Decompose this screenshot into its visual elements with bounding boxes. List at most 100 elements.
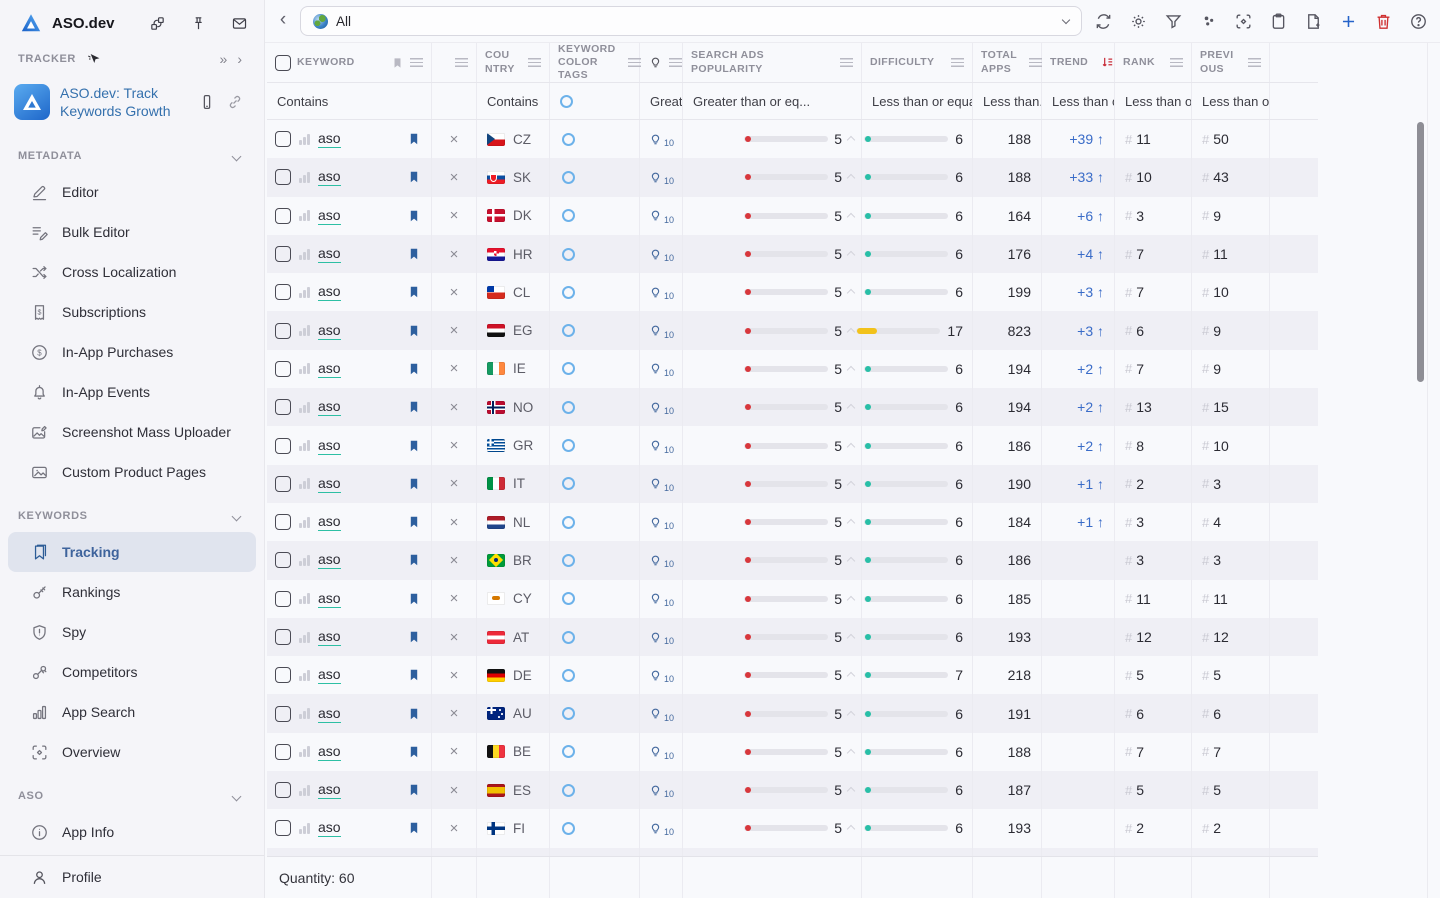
section-label-metadata[interactable]: METADATA xyxy=(0,140,264,172)
settings-button[interactable] xyxy=(1125,8,1152,35)
column-menu-icon[interactable] xyxy=(628,58,641,67)
row-checkbox[interactable] xyxy=(275,706,291,722)
sidebar-item-subscriptions[interactable]: $Subscriptions xyxy=(0,292,264,332)
remove-keyword-button[interactable]: × xyxy=(450,782,459,799)
filter-button[interactable] xyxy=(1160,8,1187,35)
keyword-link[interactable]: aso xyxy=(318,322,341,340)
expand-caret-icon[interactable] xyxy=(847,519,855,527)
column-menu-icon[interactable] xyxy=(840,58,853,67)
row-checkbox[interactable] xyxy=(275,820,291,836)
remove-keyword-button[interactable]: × xyxy=(450,590,459,607)
row-checkbox[interactable] xyxy=(275,782,291,798)
keyword-chart-icon[interactable] xyxy=(299,210,310,221)
keyword-link[interactable]: aso xyxy=(318,360,341,378)
expand-caret-icon[interactable] xyxy=(847,289,855,297)
keyword-chart-icon[interactable] xyxy=(299,440,310,451)
row-checkbox[interactable] xyxy=(275,514,291,530)
vertical-scrollbar[interactable] xyxy=(1417,122,1424,382)
filter-empty[interactable] xyxy=(432,83,477,119)
keyword-chart-icon[interactable] xyxy=(299,249,310,260)
sidebar-item-profile[interactable]: Profile xyxy=(0,855,264,898)
sidebar-item-overview[interactable]: Overview xyxy=(0,732,264,772)
filter-difficulty[interactable]: Less than or equal ... xyxy=(862,83,973,119)
keyword-link[interactable]: aso xyxy=(318,551,341,569)
color-tag-button[interactable] xyxy=(562,592,575,605)
bookmark-icon[interactable] xyxy=(407,782,421,798)
filter-trend[interactable]: Less than o... xyxy=(1042,83,1115,119)
remove-keyword-button[interactable]: × xyxy=(450,437,459,454)
add-file-button[interactable] xyxy=(1300,8,1327,35)
row-checkbox[interactable] xyxy=(275,744,291,760)
add-keyword-button[interactable] xyxy=(1335,8,1362,35)
keyword-link[interactable]: aso xyxy=(318,437,341,455)
keyword-chart-icon[interactable] xyxy=(299,402,310,413)
keyword-link[interactable]: aso xyxy=(318,628,341,646)
sidebar-item-app-search[interactable]: App Search xyxy=(0,692,264,732)
keyword-chart-icon[interactable] xyxy=(299,172,310,183)
link-icon[interactable] xyxy=(226,93,244,111)
filter-rank[interactable]: Less than o... xyxy=(1115,83,1192,119)
sidebar-item-cross-localization[interactable]: Cross Localization xyxy=(0,252,264,292)
keyword-link[interactable]: aso xyxy=(318,743,341,761)
scan-button[interactable] xyxy=(1230,8,1257,35)
keyword-chart-icon[interactable] xyxy=(299,363,310,374)
sidebar-item-rankings[interactable]: Rankings xyxy=(0,572,264,612)
bookmark-icon[interactable] xyxy=(407,744,421,760)
collapse-all-icon[interactable]: » xyxy=(220,51,228,67)
keyword-link[interactable]: aso xyxy=(318,819,341,837)
expand-caret-icon[interactable] xyxy=(847,634,855,642)
color-tag-button[interactable] xyxy=(562,401,575,414)
filter-keyword[interactable]: Contains xyxy=(267,83,432,119)
back-button[interactable]: ‹ xyxy=(274,10,292,32)
expand-caret-icon[interactable] xyxy=(847,672,855,680)
keyword-chart-icon[interactable] xyxy=(299,670,310,681)
column-menu-icon[interactable] xyxy=(528,58,541,67)
keyword-chart-icon[interactable] xyxy=(299,555,310,566)
filter-total-apps[interactable]: Less than... xyxy=(973,83,1042,119)
tags-button[interactable] xyxy=(1195,8,1222,35)
keyword-link[interactable]: aso xyxy=(318,705,341,723)
color-tag-button[interactable] xyxy=(562,477,575,490)
color-tag-button[interactable] xyxy=(562,133,575,146)
expand-panel-icon[interactable]: › xyxy=(237,51,242,67)
bookmark-icon[interactable] xyxy=(407,323,421,339)
column-menu-icon[interactable] xyxy=(455,58,468,67)
remove-keyword-button[interactable]: × xyxy=(450,399,459,416)
row-checkbox[interactable] xyxy=(275,208,291,224)
remove-keyword-button[interactable]: × xyxy=(450,207,459,224)
expand-caret-icon[interactable] xyxy=(847,825,855,833)
delete-button[interactable] xyxy=(1370,8,1397,35)
expand-caret-icon[interactable] xyxy=(847,174,855,182)
row-checkbox[interactable] xyxy=(275,169,291,185)
keyword-link[interactable]: aso xyxy=(318,590,341,608)
sidebar-item-competitors[interactable]: Competitors xyxy=(0,652,264,692)
bookmark-icon[interactable] xyxy=(407,284,421,300)
filter-country[interactable]: Contains xyxy=(477,83,550,119)
expand-caret-icon[interactable] xyxy=(847,251,855,259)
keyword-chart-icon[interactable] xyxy=(299,632,310,643)
color-tag-button[interactable] xyxy=(562,554,575,567)
pin-icon[interactable] xyxy=(190,15,207,32)
row-checkbox[interactable] xyxy=(275,399,291,415)
color-tag-filter-circle[interactable] xyxy=(560,95,573,108)
color-tag-button[interactable] xyxy=(562,516,575,529)
color-tag-button[interactable] xyxy=(562,822,575,835)
remove-keyword-button[interactable]: × xyxy=(450,169,459,186)
sidebar-item-screenshot-mass-uploader[interactable]: Screenshot Mass Uploader xyxy=(0,412,264,452)
keyword-chart-icon[interactable] xyxy=(299,746,310,757)
color-tag-button[interactable] xyxy=(562,669,575,682)
remove-keyword-button[interactable]: × xyxy=(450,514,459,531)
keyword-chart-icon[interactable] xyxy=(299,517,310,528)
keyword-link[interactable]: aso xyxy=(318,207,341,225)
keyword-chart-icon[interactable] xyxy=(299,785,310,796)
expand-caret-icon[interactable] xyxy=(847,366,855,374)
expand-caret-icon[interactable] xyxy=(847,749,855,757)
section-label-aso[interactable]: ASO xyxy=(0,780,264,812)
expand-caret-icon[interactable] xyxy=(847,787,855,795)
color-tag-button[interactable] xyxy=(562,248,575,261)
row-checkbox[interactable] xyxy=(275,591,291,607)
keyword-link[interactable]: aso xyxy=(318,168,341,186)
row-checkbox[interactable] xyxy=(275,667,291,683)
color-tag-button[interactable] xyxy=(562,286,575,299)
color-tag-button[interactable] xyxy=(562,631,575,644)
